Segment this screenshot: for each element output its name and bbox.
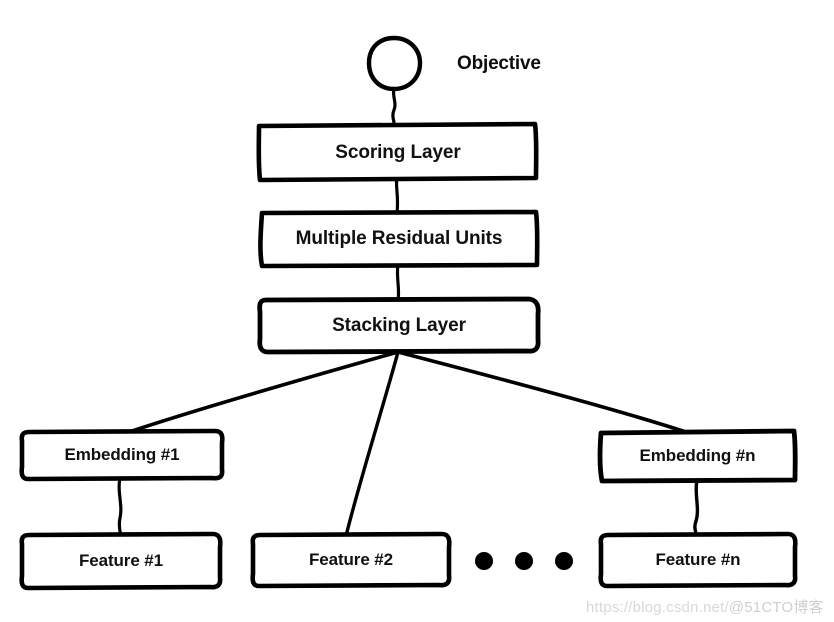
ellipsis-dot — [475, 552, 493, 570]
connector-embedding-n-to-feature-n — [693, 478, 700, 539]
connector-stacking-to-embedding-1 — [124, 350, 400, 435]
node-box-embedding-1[interactable] — [19, 428, 225, 482]
connector-stacking-to-feature-2 — [345, 350, 400, 534]
ellipsis-dot — [515, 552, 533, 570]
watermark: https://blog.csdn.net/@51CTO博客 — [586, 596, 824, 617]
ellipsis-dot — [555, 552, 573, 570]
node-box-scoring-layer[interactable] — [256, 121, 539, 183]
objective-label: Objective — [457, 53, 541, 74]
node-box-feature-1[interactable] — [19, 531, 223, 591]
watermark-url: https://blog.csdn.net/ — [586, 599, 729, 616]
connector-embedding-1-to-feature-1 — [117, 476, 123, 538]
diagram-canvas: Objective Scoring Layer Multiple Residua… — [0, 0, 834, 622]
connector-objective-to-scoring — [391, 87, 397, 128]
diagram-drawing — [19, 35, 798, 591]
connector-scoring-to-residual — [394, 175, 400, 215]
node-box-stacking-layer[interactable] — [257, 296, 541, 355]
objective-circle — [366, 35, 423, 92]
connector-stacking-to-embedding-n — [396, 350, 694, 436]
connector-residual-to-stacking — [395, 263, 401, 302]
watermark-account: @51CTO博客 — [728, 599, 824, 616]
node-box-multiple-residual-units[interactable] — [258, 209, 540, 269]
ellipsis-dots — [475, 552, 573, 570]
node-box-feature-2[interactable] — [250, 531, 452, 589]
node-box-feature-n[interactable] — [598, 531, 798, 589]
node-box-embedding-n[interactable] — [597, 428, 798, 484]
